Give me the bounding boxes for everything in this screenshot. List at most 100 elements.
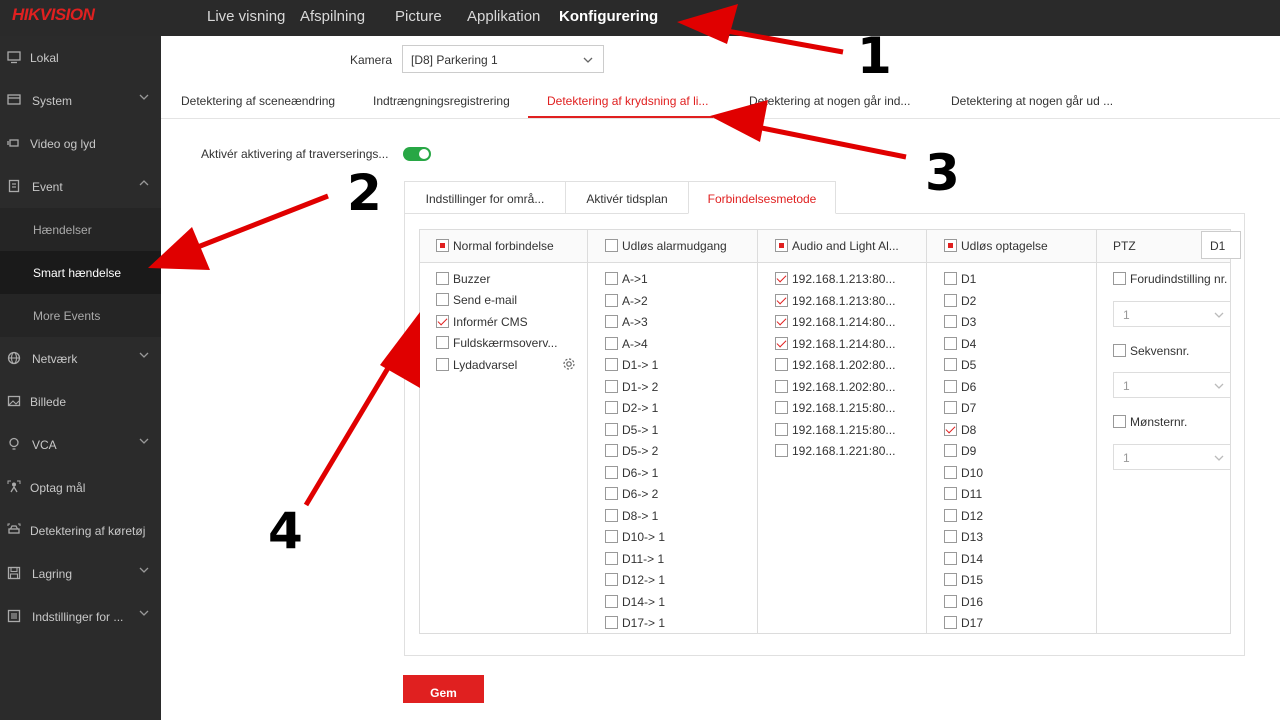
sidebar-item-vca[interactable]: VCA <box>0 423 161 466</box>
subtab-arming-schedule[interactable]: Aktivér tidsplan <box>565 181 689 214</box>
nav-application[interactable]: Applikation <box>467 8 540 25</box>
record-channel-checkbox[interactable] <box>944 573 957 586</box>
nav-configuration[interactable]: Konfigurering <box>559 8 658 25</box>
sidebar-item-storage[interactable]: Lagring <box>0 552 161 595</box>
checkbox-send-email[interactable] <box>436 293 449 306</box>
tab-line-crossing[interactable]: Detektering af krydsning af li... <box>547 94 708 108</box>
record-channel-checkbox[interactable] <box>944 465 957 479</box>
record-channel-checkbox[interactable] <box>944 551 957 565</box>
audio-light-checkbox[interactable] <box>775 444 788 457</box>
record-channel-checkbox[interactable] <box>944 487 957 500</box>
alarm-output-checkbox[interactable] <box>605 508 618 522</box>
tab-region-entrance[interactable]: Detektering at nogen går ind... <box>749 94 910 108</box>
sidebar-item-settings[interactable]: Indstillinger for ... <box>0 595 161 638</box>
alarm-output-checkbox[interactable] <box>605 422 618 436</box>
alarm-output-checkbox[interactable] <box>605 551 618 565</box>
nav-playback[interactable]: Afspilning <box>300 8 365 25</box>
sidebar-subitem-smart-event[interactable]: Smart hændelse <box>0 251 161 294</box>
record-channel-checkbox[interactable] <box>944 315 957 328</box>
record-channel-label: D14 <box>961 551 984 566</box>
checkbox-patrol[interactable] <box>1113 344 1126 357</box>
record-channel-checkbox[interactable] <box>944 444 957 457</box>
normal-linkage-select-all[interactable] <box>436 239 449 252</box>
record-channel-label: D9 <box>961 444 977 458</box>
audio-light-checkbox[interactable] <box>775 315 788 328</box>
chevron-down-icon <box>1214 383 1224 389</box>
patrol-select[interactable]: 1 <box>1113 372 1231 398</box>
sidebar-item-local[interactable]: Lokal <box>0 36 161 79</box>
enable-toggle[interactable] <box>403 147 431 161</box>
record-channel-checkbox[interactable] <box>944 293 957 307</box>
subtab-area-settings[interactable]: Indstillinger for områ... <box>404 181 566 214</box>
record-channel-checkbox[interactable] <box>944 422 957 436</box>
annotation-arrow-4 <box>303 312 420 507</box>
audio-light-checkbox[interactable] <box>775 422 788 436</box>
sidebar-item-target-capture[interactable]: Optag mål <box>0 466 161 509</box>
preset-select[interactable]: 1 <box>1113 301 1231 327</box>
audio-light-checkbox[interactable] <box>775 336 788 350</box>
alarm-output-checkbox[interactable] <box>605 379 618 393</box>
sidebar-item-event[interactable]: Event <box>0 165 161 208</box>
alarm-output-checkbox[interactable] <box>605 401 618 414</box>
checkbox-audible-warning[interactable] <box>436 358 449 371</box>
sidebar-item-image[interactable]: Billede <box>0 380 161 423</box>
tab-intrusion[interactable]: Indtrængningsregistrering <box>373 94 510 108</box>
alarm-output-checkbox[interactable] <box>605 573 618 586</box>
ptz-channel-select[interactable]: D1 <box>1201 231 1241 259</box>
tab-scene-change[interactable]: Detektering af sceneændring <box>181 94 335 108</box>
tab-region-exit[interactable]: Detektering at nogen går ud ... <box>951 94 1113 108</box>
audio-light-checkbox[interactable] <box>775 379 788 393</box>
subtab-linkage-method[interactable]: Forbindelsesmetode <box>688 181 836 214</box>
label-send-email: Send e-mail <box>453 293 518 307</box>
checkbox-notify-cms[interactable] <box>436 315 449 328</box>
alarm-output-checkbox[interactable] <box>605 594 618 608</box>
brand-logo: HIKVISION <box>12 5 95 24</box>
sidebar-subitem-more-events[interactable]: More Events <box>0 294 161 337</box>
alarm-output-checkbox[interactable] <box>605 487 618 500</box>
alarm-output-checkbox[interactable] <box>605 444 618 457</box>
record-channel-checkbox[interactable] <box>944 336 957 350</box>
sidebar-item-system[interactable]: System <box>0 79 161 122</box>
record-channel-checkbox[interactable] <box>944 530 957 543</box>
audio-light-label: 192.168.1.213:80... <box>792 293 896 308</box>
record-channel-checkbox[interactable] <box>944 358 957 371</box>
alarm-output-checkbox[interactable] <box>605 293 618 307</box>
pattern-select[interactable]: 1 <box>1113 444 1231 470</box>
checkbox-preset[interactable] <box>1113 272 1126 285</box>
checkbox-fullscreen[interactable] <box>436 336 449 349</box>
audio-light-checkbox[interactable] <box>775 272 788 285</box>
audio-light-checkbox[interactable] <box>775 401 788 414</box>
save-button[interactable]: Gem <box>403 675 484 703</box>
alarm-output-checkbox[interactable] <box>605 530 618 543</box>
vehicle-icon <box>7 523 21 534</box>
camera-select[interactable]: [D8] Parkering 1 <box>402 45 604 73</box>
column-header-normal: Normal forbindelse <box>453 239 554 253</box>
alarm-output-checkbox[interactable] <box>605 465 618 479</box>
checkbox-buzzer[interactable] <box>436 272 449 285</box>
alarm-output-checkbox[interactable] <box>605 358 618 371</box>
checkbox-pattern[interactable] <box>1113 415 1126 428</box>
record-channel-checkbox[interactable] <box>944 616 957 629</box>
alarm-output-checkbox[interactable] <box>605 616 618 629</box>
audio-light-checkbox[interactable] <box>775 293 788 307</box>
alarm-output-select-all[interactable] <box>605 239 618 252</box>
alarm-output-checkbox[interactable] <box>605 315 618 328</box>
nav-live-view[interactable]: Live visning <box>207 8 285 25</box>
record-channel-checkbox[interactable] <box>944 272 957 285</box>
sidebar-subitem-events[interactable]: Hændelser <box>0 208 161 251</box>
alarm-output-checkbox[interactable] <box>605 336 618 350</box>
record-channel-checkbox[interactable] <box>944 379 957 393</box>
record-channel-checkbox[interactable] <box>944 401 957 414</box>
sidebar-item-video-audio[interactable]: Video og lyd <box>0 122 161 165</box>
nav-picture[interactable]: Picture <box>395 8 442 25</box>
record-channel-checkbox[interactable] <box>944 594 957 608</box>
record-select-all[interactable] <box>944 239 957 252</box>
record-channel-checkbox[interactable] <box>944 508 957 522</box>
gear-icon[interactable] <box>562 357 576 371</box>
toggle-knob <box>419 149 429 159</box>
audio-light-checkbox[interactable] <box>775 358 788 371</box>
sidebar-item-vehicle-detection[interactable]: Detektering af køretøj <box>0 509 161 552</box>
sidebar-item-network[interactable]: Netværk <box>0 337 161 380</box>
alarm-output-checkbox[interactable] <box>605 272 618 285</box>
audio-light-select-all[interactable] <box>775 239 788 252</box>
